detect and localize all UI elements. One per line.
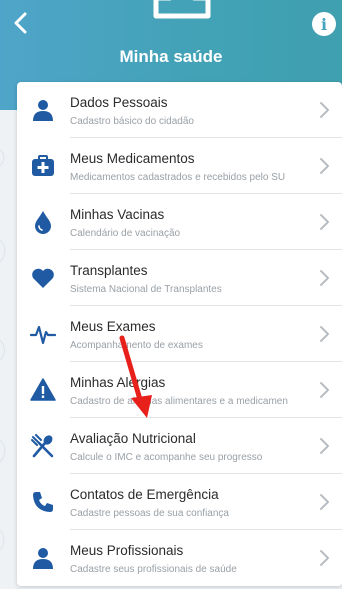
menu-item-subtitle: Cadastro básico do cidadão [70,116,194,127]
menu-item[interactable]: Meus Profissionais Cadastre seus profiss… [17,530,342,586]
info-icon: i [320,14,328,34]
menu-item-label: Meus Medicamentos [70,151,195,166]
phone-icon [29,488,57,516]
menu-item[interactable]: Minhas Alergias Cadastro de alergias ali… [17,362,342,418]
menu-item-label: Meus Exames [70,319,156,334]
chevron-right-icon [320,438,329,454]
pulse-icon [29,320,57,348]
chevron-right-icon [320,326,329,342]
menu-item[interactable]: Dados Pessoais Cadastro básico do cidadã… [17,82,342,138]
chevron-right-icon [320,214,329,230]
chevron-right-icon [320,158,329,174]
drop-icon [29,208,57,236]
health-menu-card: Dados Pessoais Cadastro básico do cidadã… [17,82,342,586]
menu-item-subtitle: Calendário de vacinação [70,228,181,239]
menu-item[interactable]: Contatos de Emergência Cadastre pessoas … [17,474,342,530]
chevron-right-icon [320,382,329,398]
menu-item-subtitle: Medicamentos cadastrados e recebidos pel… [70,172,286,183]
menu-item-subtitle: Calcule o IMC e acompanhe seu progresso [70,452,263,463]
medical-kit-icon [29,152,57,180]
info-button[interactable]: i [312,12,336,36]
person-icon [29,96,57,124]
heart-icon [29,264,57,292]
menu-item-label: Meus Profissionais [70,543,184,558]
menu-item-label: Dados Pessoais [70,95,168,110]
back-button[interactable] [8,8,34,38]
chevron-left-icon [14,12,27,34]
menu-item[interactable]: Meus Medicamentos Medicamentos cadastrad… [17,138,342,194]
health-cross-icon [153,0,211,19]
menu-item-subtitle: Sistema Nacional de Transplantes [70,284,222,295]
chevron-right-icon [320,270,329,286]
chevron-right-icon [320,102,329,118]
chevron-right-icon [320,494,329,510]
menu-item-subtitle: Cadastre seus profissionais de saúde [70,564,237,575]
menu-item-label: Transplantes [70,263,148,278]
menu-item-label: Minhas Alergias [70,375,166,390]
menu-item-subtitle: Acompanhamento de exames [70,340,203,351]
person-icon [29,544,57,572]
warning-icon [29,376,57,404]
menu-item-label: Minhas Vacinas [70,207,165,222]
menu-item-subtitle: Cadastre pessoas de sua confiança [70,508,229,519]
menu-item[interactable]: Minhas Vacinas Calendário de vacinação [17,194,342,250]
menu-item-subtitle: Cadastro de alergias alimentares e a med… [70,396,288,407]
cutlery-icon [29,432,57,460]
menu-item-label: Avaliação Nutricional [70,431,196,446]
chevron-right-icon [320,550,329,566]
menu-item[interactable]: Transplantes Sistema Nacional de Transpl… [17,250,342,306]
menu-item[interactable]: Meus Exames Acompanhamento de exames [17,306,342,362]
page-title: Minha saúde [119,47,223,66]
menu-item[interactable]: Avaliação Nutricional Calcule o IMC e ac… [17,418,342,474]
menu-item-label: Contatos de Emergência [70,487,219,502]
